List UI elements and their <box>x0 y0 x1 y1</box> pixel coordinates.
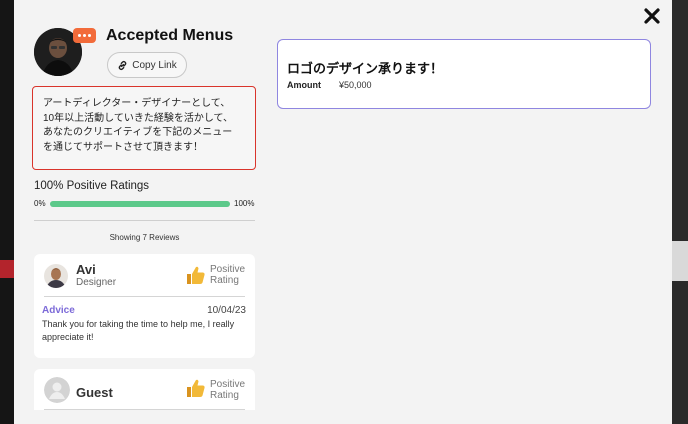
rating-progress-fill <box>50 201 230 207</box>
menu-card[interactable]: ロゴのデザイン承ります！ Amount ¥50,000 <box>277 39 651 109</box>
ratings-title: 100% Positive Ratings <box>34 180 150 192</box>
rating-label: Positive Rating <box>210 379 245 401</box>
bar-min-label: 0% <box>34 199 46 208</box>
review-divider <box>44 296 245 297</box>
thumbs-up-icon <box>184 264 206 286</box>
background-page-right <box>672 0 688 424</box>
background-page-left <box>0 0 14 424</box>
chat-bubble-icon <box>73 28 96 43</box>
background-red-tag <box>0 260 14 278</box>
reviewer-role: Designer <box>76 277 117 288</box>
review-type: Advice <box>42 305 75 316</box>
reviewer-name: Guest <box>76 385 113 400</box>
rating-label-line: Positive <box>210 264 246 275</box>
bio-box: アートディレクター・デザイナーとして、 10年以上活動していきた経験を活かして、… <box>32 86 256 170</box>
bio-line: あなたのクリエイティブを下記のメニュー <box>43 127 233 138</box>
rating-label: Positive Rating <box>210 264 245 286</box>
review-divider <box>44 409 245 410</box>
guest-avatar-icon <box>44 377 70 403</box>
close-icon <box>644 8 660 24</box>
link-icon <box>118 60 127 70</box>
rating-label-line: Rating <box>210 275 239 286</box>
bio-line: アートディレクター・デザイナーとして、 <box>43 98 231 109</box>
rating-progress-bar <box>50 201 230 207</box>
copy-link-button[interactable]: Copy Link <box>107 52 187 78</box>
thumbs-up-icon <box>184 377 206 399</box>
divider <box>34 220 255 221</box>
background-light-band <box>672 241 688 281</box>
amount-value: ¥50,000 <box>339 80 372 90</box>
menu-title: ロゴのデザイン承ります！ <box>287 61 444 76</box>
review-card: Guest Positive Rating <box>34 369 255 410</box>
review-date: 10/04/23 <box>207 305 246 316</box>
review-text: Thank you for taking the time to help me… <box>42 319 235 342</box>
reviewer-name: Avi <box>76 262 96 277</box>
close-button[interactable] <box>642 6 662 26</box>
amount-label: Amount <box>287 80 321 90</box>
bio-line: 10年以上活動していきた経験を活かして、 <box>43 112 234 124</box>
reviewer-avatar <box>44 264 68 288</box>
copy-link-label: Copy Link <box>132 59 177 71</box>
bio-line: を通じてサポートさせて頂きます！ <box>43 141 203 153</box>
review-card: Avi Designer Positive Rating Advice 10/0… <box>34 254 255 358</box>
rating-label-line: Rating <box>210 390 239 401</box>
bar-max-label: 100% <box>234 199 255 208</box>
rating-label-line: Positive <box>210 379 246 390</box>
profile-modal: Accepted Menus Copy Link アートディレクター・デザイナー… <box>14 0 672 424</box>
page-title: Accepted Menus <box>106 27 234 44</box>
reviews-count: Showing 7 Reviews <box>109 233 180 242</box>
